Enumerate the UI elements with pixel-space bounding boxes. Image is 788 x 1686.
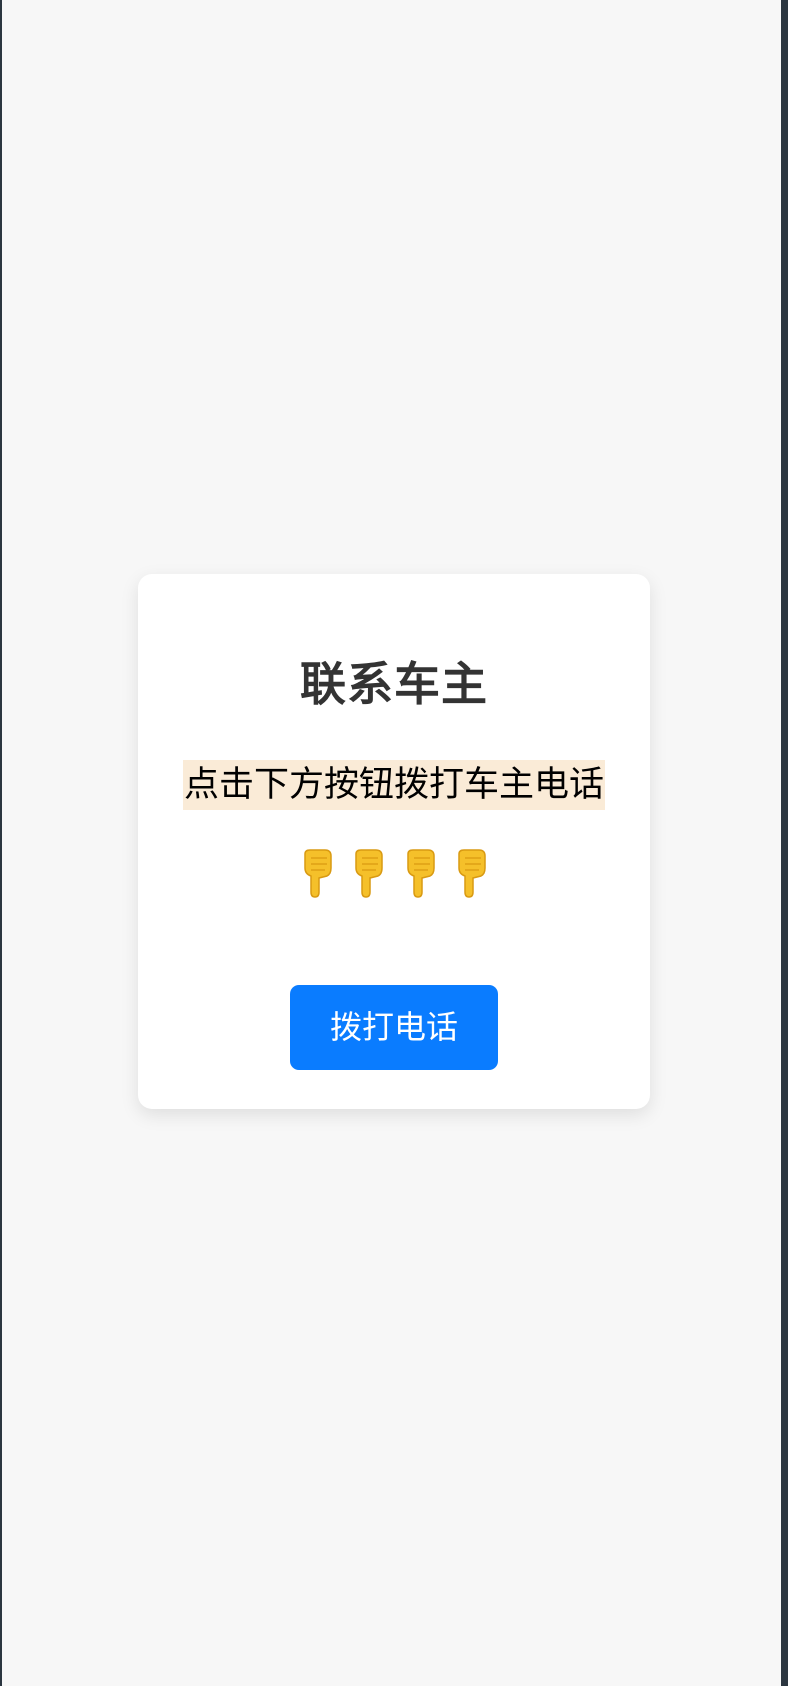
- subtitle-container: 点击下方按钮拨打车主电话: [138, 760, 650, 810]
- pointing-hands-row: [138, 848, 650, 900]
- card-title: 联系车主: [300, 657, 488, 711]
- contact-card: 联系车主 点击下方按钮拨打车主电话 拨打电话: [138, 574, 650, 1109]
- hand-pointing-down-icon: [348, 848, 388, 898]
- page-background: 联系车主 点击下方按钮拨打车主电话 拨打电话: [2, 0, 781, 1686]
- instruction-text: 点击下方按钮拨打车主电话: [182, 760, 605, 810]
- call-owner-button[interactable]: 拨打电话: [290, 985, 498, 1070]
- hand-pointing-down-icon: [297, 848, 337, 898]
- hand-pointing-down-icon: [400, 848, 440, 898]
- hand-pointing-down-icon: [451, 848, 491, 898]
